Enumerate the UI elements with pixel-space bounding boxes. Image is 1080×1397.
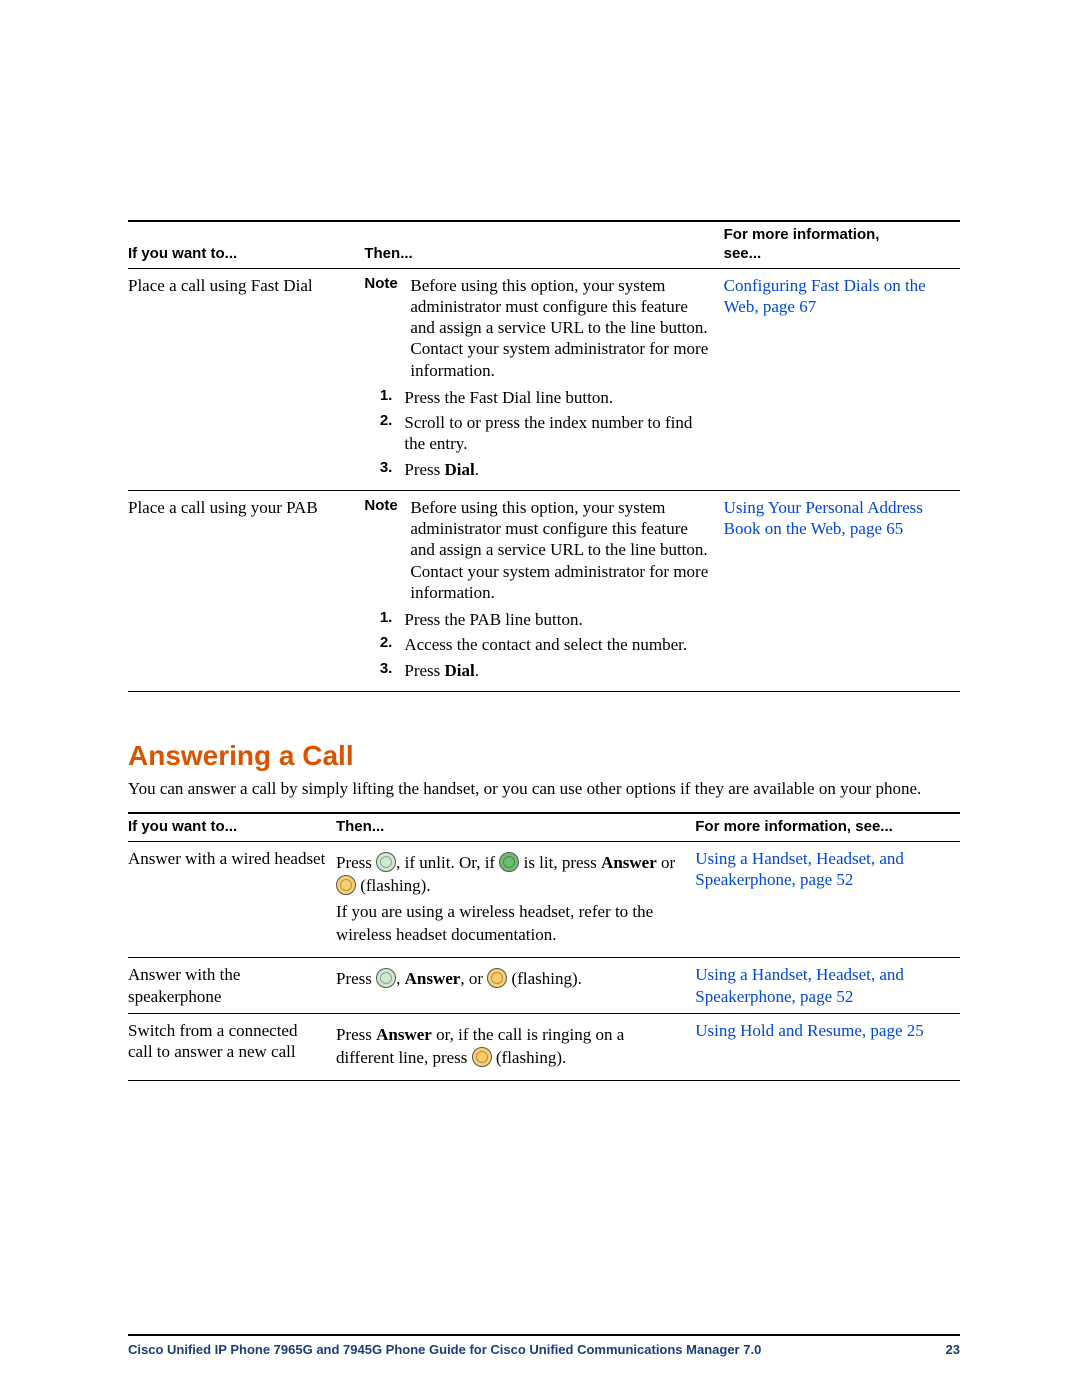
step-text: Press the Fast Dial line button. bbox=[404, 387, 713, 408]
step-text: Scroll to or press the index number to f… bbox=[404, 412, 713, 455]
want-cell: Switch from a connected call to answer a… bbox=[128, 1013, 336, 1080]
table-row: Switch from a connected call to answer a… bbox=[128, 1013, 960, 1080]
t1-header-info: For more information, see... bbox=[724, 221, 960, 268]
then-cell: Press , if unlit. Or, if is lit, press A… bbox=[336, 841, 695, 958]
then-cell: Press Answer or, if the call is ringing … bbox=[336, 1013, 695, 1080]
info-cell: Using a Handset, Headset, and Speakerpho… bbox=[695, 841, 960, 958]
step-number: 2. bbox=[364, 634, 404, 655]
note-label: Note bbox=[364, 275, 410, 381]
info-cell: Using Hold and Resume, page 25 bbox=[695, 1013, 960, 1080]
note-text: Before using this option, your system ad… bbox=[410, 497, 713, 603]
step-number: 1. bbox=[364, 387, 404, 408]
want-cell: Answer with a wired headset bbox=[128, 841, 336, 958]
line-button-icon bbox=[336, 875, 356, 895]
info-cell: Configuring Fast Dials on the Web, page … bbox=[724, 268, 960, 490]
page-number: 23 bbox=[946, 1342, 960, 1357]
headset-lit-icon bbox=[499, 852, 519, 872]
line-button-icon bbox=[487, 968, 507, 988]
t2-header-info: For more information, see... bbox=[695, 813, 960, 841]
step-number: 3. bbox=[364, 459, 404, 480]
step-text: Press Dial. bbox=[404, 459, 713, 480]
xref-link[interactable]: Using a Handset, Headset, and Speakerpho… bbox=[695, 849, 904, 889]
xref-link[interactable]: Configuring Fast Dials on the Web, page … bbox=[724, 276, 926, 316]
t1-header-then: Then... bbox=[364, 221, 723, 268]
table-row: Answer with the speakerphone Press , Ans… bbox=[128, 958, 960, 1014]
step-text: Access the contact and select the number… bbox=[404, 634, 713, 655]
placing-calls-table: If you want to... Then... For more infor… bbox=[128, 220, 960, 692]
xref-link[interactable]: Using Hold and Resume, page 25 bbox=[695, 1021, 924, 1040]
note-label: Note bbox=[364, 497, 410, 603]
then-cell: Note Before using this option, your syst… bbox=[364, 490, 723, 691]
speaker-button-icon bbox=[376, 968, 396, 988]
answering-call-table: If you want to... Then... For more infor… bbox=[128, 812, 960, 1081]
doc-title: Cisco Unified IP Phone 7965G and 7945G P… bbox=[128, 1342, 761, 1357]
then-cell: Press , Answer, or (flashing). bbox=[336, 958, 695, 1014]
line-button-icon bbox=[472, 1047, 492, 1067]
headset-button-icon bbox=[376, 852, 396, 872]
want-cell: Place a call using Fast Dial bbox=[128, 268, 364, 490]
info-cell: Using a Handset, Headset, and Speakerpho… bbox=[695, 958, 960, 1014]
note-text: Before using this option, your system ad… bbox=[410, 275, 713, 381]
step-text: Press the PAB line button. bbox=[404, 609, 713, 630]
xref-link[interactable]: Using a Handset, Headset, and Speakerpho… bbox=[695, 965, 904, 1005]
want-cell: Answer with the speakerphone bbox=[128, 958, 336, 1014]
table-row: Place a call using Fast Dial Note Before… bbox=[128, 268, 960, 490]
info-cell: Using Your Personal Address Book on the … bbox=[724, 490, 960, 691]
t1-header-want: If you want to... bbox=[128, 221, 364, 268]
page-footer: Cisco Unified IP Phone 7965G and 7945G P… bbox=[128, 1334, 960, 1357]
step-number: 1. bbox=[364, 609, 404, 630]
table-row: Answer with a wired headset Press , if u… bbox=[128, 841, 960, 958]
step-number: 3. bbox=[364, 660, 404, 681]
want-cell: Place a call using your PAB bbox=[128, 490, 364, 691]
step-text: Press Dial. bbox=[404, 660, 713, 681]
table-row: Place a call using your PAB Note Before … bbox=[128, 490, 960, 691]
t2-header-want: If you want to... bbox=[128, 813, 336, 841]
t2-header-then: Then... bbox=[336, 813, 695, 841]
section-intro: You can answer a call by simply lifting … bbox=[128, 778, 960, 800]
then-cell: Note Before using this option, your syst… bbox=[364, 268, 723, 490]
xref-link[interactable]: Using Your Personal Address Book on the … bbox=[724, 498, 923, 538]
section-heading: Answering a Call bbox=[128, 740, 960, 772]
step-number: 2. bbox=[364, 412, 404, 455]
